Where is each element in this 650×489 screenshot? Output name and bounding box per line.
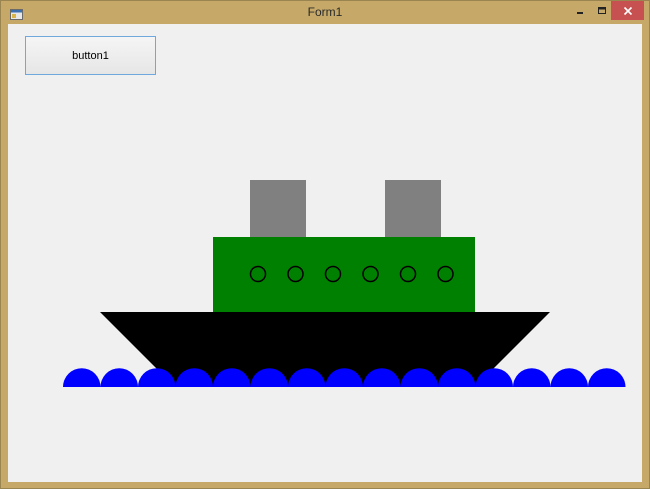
wave (513, 368, 551, 387)
chimney-right (385, 180, 441, 237)
chimney-left (250, 180, 306, 237)
window-title: Form1 (307, 5, 343, 19)
wave (100, 368, 138, 387)
button1[interactable]: button1 (25, 36, 156, 75)
form-client-area: button1 (8, 24, 642, 482)
form-window: Form1 button1 (0, 0, 650, 489)
title-bar[interactable]: Form1 (1, 1, 649, 24)
wave (550, 368, 588, 387)
ship-cabin (213, 237, 475, 312)
close-button[interactable] (611, 1, 644, 20)
waves (63, 368, 626, 387)
minimize-button[interactable] (567, 1, 593, 21)
maximize-button[interactable] (593, 1, 611, 21)
minimize-icon (577, 12, 583, 14)
wave (588, 368, 626, 387)
close-icon (623, 6, 632, 15)
wave (63, 368, 101, 387)
ship-drawing (63, 180, 626, 387)
maximize-icon (598, 7, 606, 14)
